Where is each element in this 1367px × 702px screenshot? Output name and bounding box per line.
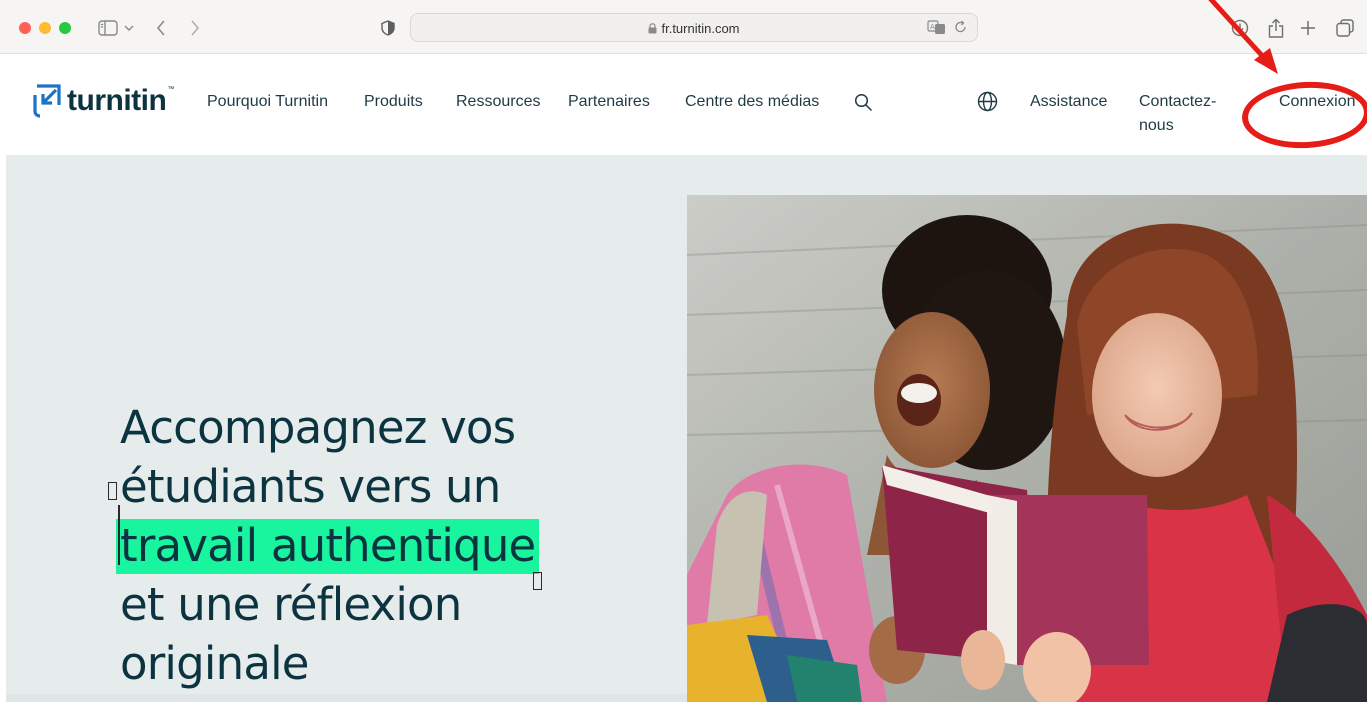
nav-contactez-line1[interactable]: Contactez-: [1139, 93, 1216, 111]
nav-pourquoi-turnitin[interactable]: Pourquoi Turnitin: [207, 93, 328, 111]
url-text: fr.turnitin.com: [661, 21, 740, 36]
nav-produits[interactable]: Produits: [364, 93, 423, 111]
brand-name: turnitin: [67, 84, 167, 117]
globe-icon[interactable]: [977, 91, 998, 117]
address-text: fr.turnitin.com: [411, 21, 977, 37]
headline-line-1: Accompagnez vos: [120, 401, 516, 454]
svg-text:A: A: [930, 23, 935, 31]
nav-centre-des-medias[interactable]: Centre des médias: [685, 93, 819, 111]
reload-icon[interactable]: [954, 20, 967, 39]
search-icon[interactable]: [854, 93, 873, 117]
headline-line-2: étudiants vers un: [120, 460, 501, 513]
headline-line-5: originale: [120, 637, 309, 690]
lock-icon: [648, 22, 657, 37]
headline-line-4: et une réflexion: [120, 578, 462, 631]
hero-headline: Accompagnez vos étudiants vers un travai…: [116, 398, 590, 693]
hero-left-edge: [0, 155, 6, 702]
privacy-shield-icon[interactable]: [378, 17, 398, 39]
turnitin-logo-mark-icon: [33, 84, 61, 118]
minimize-window-button[interactable]: [39, 22, 51, 34]
headline-highlight: travail authentique: [116, 519, 540, 574]
annotation-arrow: [1208, 0, 1278, 74]
chevron-down-icon[interactable]: [122, 17, 136, 39]
page: fr.turnitin.com A turnitin ™ Pourquoi Tu…: [0, 0, 1367, 702]
selection-handle-end[interactable]: [533, 572, 542, 590]
nav-assistance[interactable]: Assistance: [1030, 93, 1107, 111]
sidebar-toggle-icon[interactable]: [94, 17, 122, 39]
text-cursor: [118, 505, 120, 565]
hero-photo: [687, 195, 1367, 702]
nav-ressources[interactable]: Ressources: [456, 93, 540, 111]
turnitin-logo[interactable]: turnitin ™: [32, 81, 174, 121]
nav-partenaires[interactable]: Partenaires: [568, 93, 650, 111]
trademark-mark: ™: [167, 85, 175, 93]
back-icon[interactable]: [152, 17, 170, 39]
hero-bottom-band: [6, 694, 687, 702]
zoom-window-button[interactable]: [59, 22, 71, 34]
forward-icon[interactable]: [186, 17, 204, 39]
nav-contactez-line2[interactable]: nous: [1139, 117, 1174, 135]
translate-icon[interactable]: A: [927, 19, 947, 40]
selection-handle-start[interactable]: [108, 482, 117, 500]
close-window-button[interactable]: [19, 22, 31, 34]
address-bar[interactable]: fr.turnitin.com A: [410, 13, 978, 42]
